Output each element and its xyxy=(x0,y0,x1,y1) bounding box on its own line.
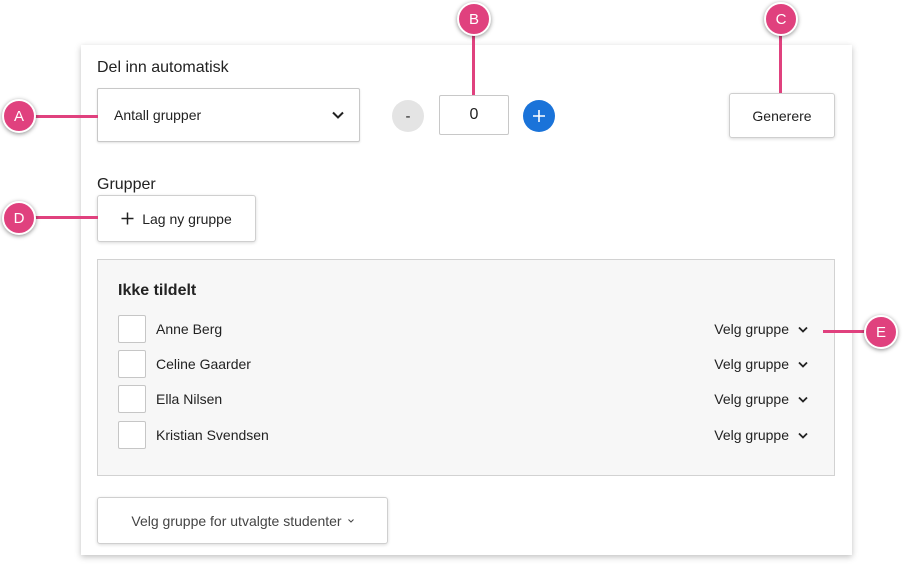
student-checkbox[interactable] xyxy=(118,350,146,378)
plus-icon xyxy=(533,110,545,122)
chevron-down-icon xyxy=(798,432,808,439)
student-row: Celine Gaarder Velg gruppe xyxy=(118,350,808,380)
callout-line-c xyxy=(779,34,782,93)
chevron-down-icon xyxy=(798,396,808,403)
callout-e: E xyxy=(864,315,898,349)
group-dropdown[interactable]: Velg gruppe xyxy=(714,356,808,372)
student-name: Anne Berg xyxy=(156,321,223,337)
group-mode-select[interactable]: Antall grupper xyxy=(97,88,360,142)
plus-icon xyxy=(121,212,134,225)
chevron-down-icon xyxy=(798,361,808,368)
student-checkbox[interactable] xyxy=(118,385,146,413)
group-dropdown[interactable]: Velg gruppe xyxy=(714,321,808,337)
group-dropdown-label: Velg gruppe xyxy=(714,356,789,372)
callout-d: D xyxy=(2,201,36,235)
group-dropdown[interactable]: Velg gruppe xyxy=(714,391,808,407)
student-row: Ella Nilsen Velg gruppe xyxy=(118,385,808,415)
callout-line-b xyxy=(472,34,475,95)
student-row: Anne Berg Velg gruppe xyxy=(118,315,808,345)
callout-c: C xyxy=(764,2,798,36)
bulk-group-select-button[interactable]: Velg gruppe for utvalgte studenter xyxy=(97,497,388,544)
unassigned-title: Ikke tildelt xyxy=(118,282,197,299)
chevron-down-icon xyxy=(331,108,345,122)
group-dropdown[interactable]: Velg gruppe xyxy=(714,427,808,443)
group-dropdown-label: Velg gruppe xyxy=(714,391,789,407)
group-dropdown-label: Velg gruppe xyxy=(714,427,789,443)
callout-line-e xyxy=(823,330,868,333)
student-checkbox[interactable] xyxy=(118,315,146,343)
student-row: Kristian Svendsen Velg gruppe xyxy=(118,421,808,451)
new-group-label: Lag ny gruppe xyxy=(142,210,232,227)
student-name: Kristian Svendsen xyxy=(156,427,269,443)
increment-button[interactable] xyxy=(523,100,555,132)
callout-line-d xyxy=(33,216,98,219)
student-checkbox[interactable] xyxy=(118,421,146,449)
decrement-button[interactable]: - xyxy=(392,100,424,132)
group-mode-select-value: Antall grupper xyxy=(114,107,202,123)
callout-b: B xyxy=(457,2,491,36)
groups-label: Grupper xyxy=(97,176,156,193)
callout-line-a xyxy=(33,115,98,118)
group-dropdown-label: Velg gruppe xyxy=(714,321,789,337)
generate-button[interactable]: Generere xyxy=(729,93,835,138)
bulk-group-select-label: Velg gruppe for utvalgte studenter xyxy=(131,512,342,529)
student-name: Celine Gaarder xyxy=(156,356,251,372)
chevron-down-icon xyxy=(798,326,808,333)
callout-a: A xyxy=(2,99,36,133)
chevron-down-icon xyxy=(347,518,354,523)
student-name: Ella Nilsen xyxy=(156,391,223,407)
new-group-button[interactable]: Lag ny gruppe xyxy=(97,195,256,242)
group-count-input[interactable]: 0 xyxy=(439,95,509,135)
auto-divide-label: Del inn automatisk xyxy=(97,59,229,76)
